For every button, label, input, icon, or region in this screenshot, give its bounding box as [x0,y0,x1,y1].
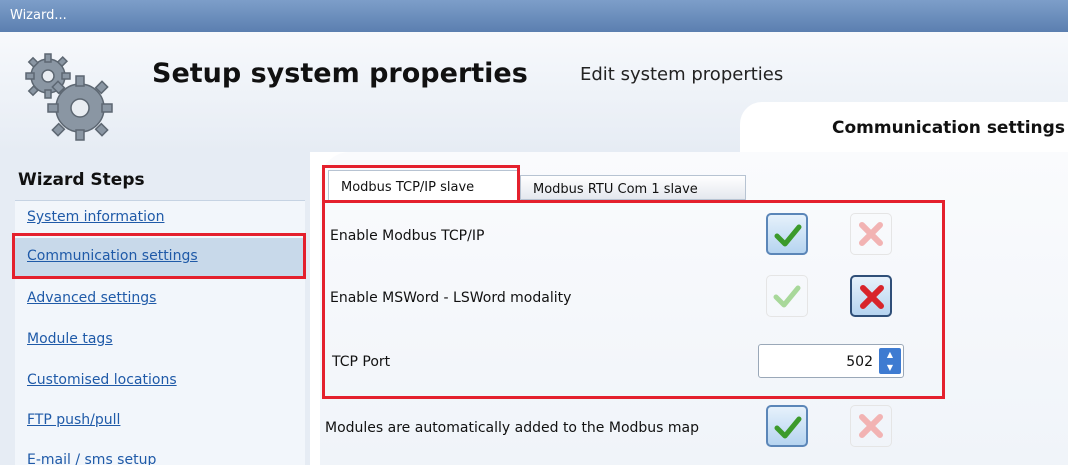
page-subtitle: Edit system properties [580,64,784,85]
enable-msword-yes-button[interactable] [766,275,808,317]
spin-down-icon[interactable]: ▼ [879,361,901,374]
tcp-port-input[interactable] [763,349,873,375]
cross-icon [859,414,883,438]
window-title: Wizard... [10,8,67,23]
auto-modules-no-button[interactable] [850,405,892,447]
cross-icon [859,222,883,246]
window-title-bar: Wizard... [0,0,1068,32]
step-advanced-settings[interactable]: Advanced settings [27,290,156,306]
step-ftp-push-pull[interactable]: FTP push/pull [27,412,120,428]
page-title: Setup system properties [152,58,528,89]
enable-modbus-no-button[interactable] [850,213,892,255]
enable-modbus-yes-button[interactable] [766,213,808,255]
tcp-port-label: TCP Port [332,354,391,370]
step-system-information[interactable]: System information [27,209,164,225]
highlight-active-step [12,233,306,279]
cross-icon [860,285,884,309]
enable-modbus-label: Enable Modbus TCP/IP [330,228,485,244]
tab-modbus-rtu-com1-slave[interactable]: Modbus RTU Com 1 slave [520,175,746,200]
auto-modules-label: Modules are automatically added to the M… [325,420,700,436]
tcp-port-spinner: ▲ ▼ [879,348,901,374]
wizard-steps-title: Wizard Steps [18,170,145,190]
tcp-port-stepper: ▲ ▼ [758,344,904,378]
enable-msword-no-button[interactable] [850,275,892,317]
highlight-tcp-tab [322,165,520,203]
enable-msword-label: Enable MSWord - LSWord modality [330,290,572,306]
wizard-header: Setup system properties Edit system prop… [0,32,1068,152]
check-icon [773,285,801,308]
page-section-label: Communication settings [832,118,1065,138]
step-module-tags[interactable]: Module tags [27,331,113,347]
step-customised-locations[interactable]: Customised locations [27,372,177,388]
step-email-sms-setup[interactable]: E-mail / sms setup [27,452,156,465]
check-icon [774,224,802,247]
auto-modules-yes-button[interactable] [766,405,808,447]
check-icon [774,416,802,439]
gears-icon [25,53,113,141]
spin-up-icon[interactable]: ▲ [879,348,901,361]
wizard-steps-panel: Wizard Steps System information Communic… [0,152,310,465]
page-section-tab: Communication settings [740,102,1068,152]
